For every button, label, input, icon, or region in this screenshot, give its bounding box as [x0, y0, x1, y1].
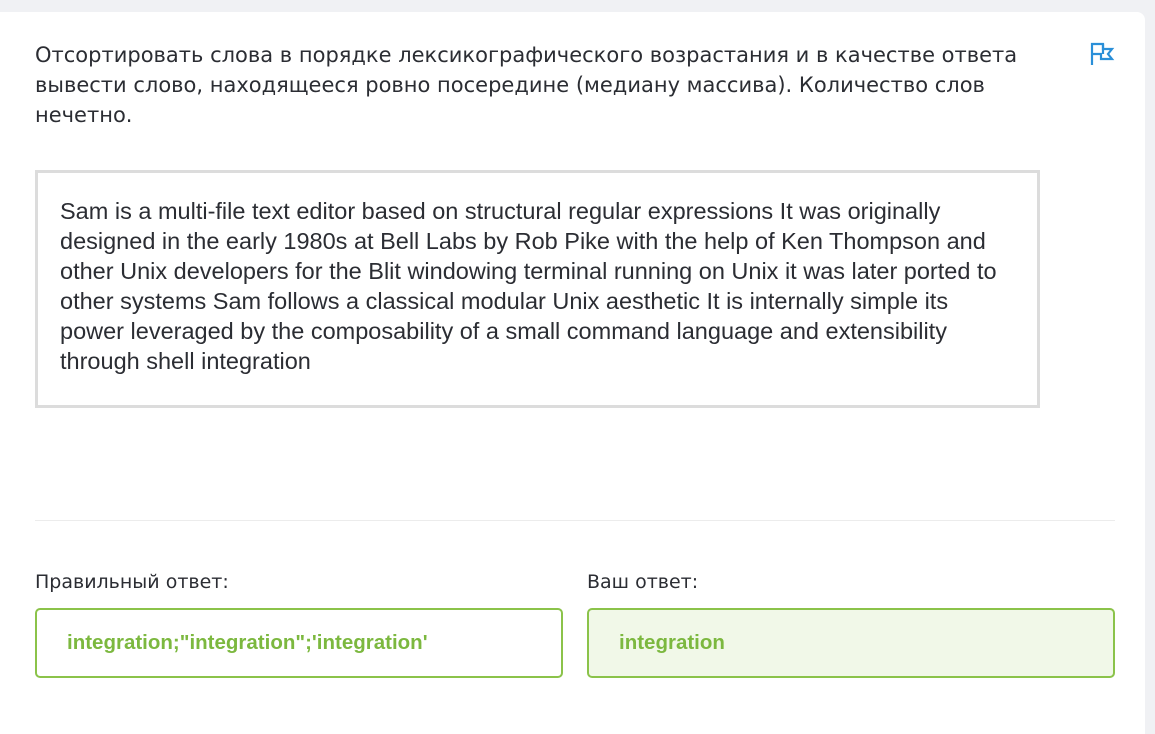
your-answer-label: Ваш ответ:	[587, 571, 699, 593]
task-description: Отсортировать слова в порядке лексикогра…	[35, 43, 1018, 127]
divider	[35, 520, 1115, 521]
your-answer-box: integration	[587, 608, 1115, 678]
task-card: Отсортировать слова в порядке лексикогра…	[0, 12, 1145, 734]
your-answer-value: integration	[619, 631, 725, 654]
flag-icon[interactable]	[1089, 41, 1115, 67]
correct-answer-value: integration;"integration";'integration'	[67, 631, 428, 654]
source-text-box: Sam is a multi-file text editor based on…	[35, 170, 1040, 408]
source-text: Sam is a multi-file text editor based on…	[60, 198, 997, 374]
correct-answer-box: integration;"integration";'integration'	[35, 608, 563, 678]
correct-answer-label: Правильный ответ:	[35, 571, 229, 593]
